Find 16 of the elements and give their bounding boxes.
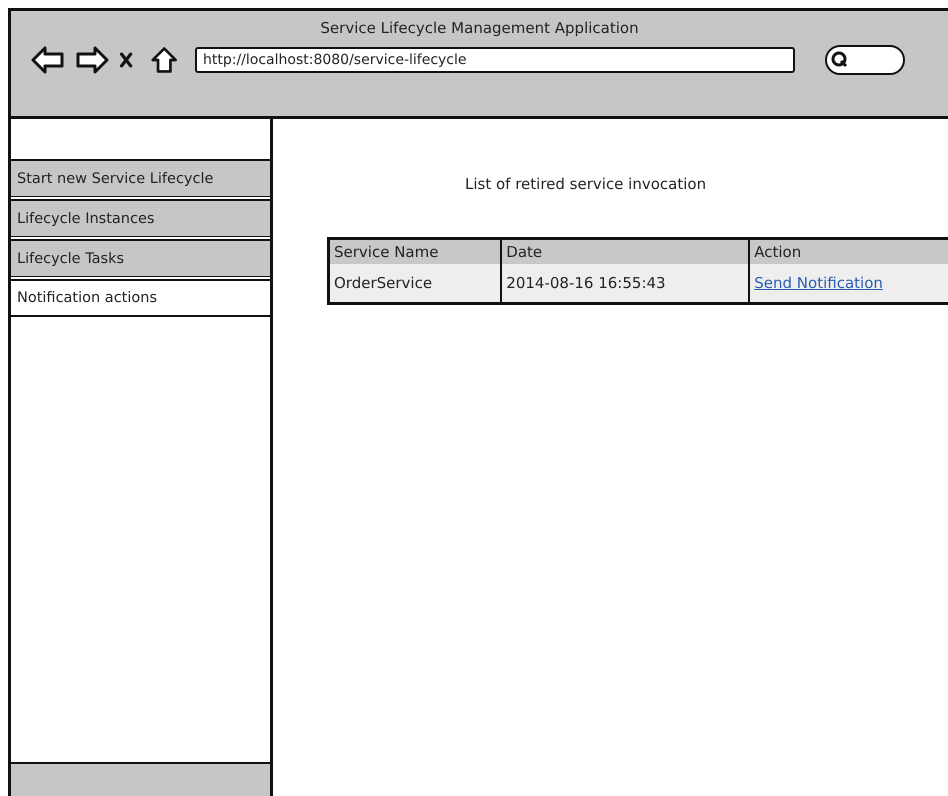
- page-heading: List of retired service invocation: [465, 175, 708, 193]
- sidebar-item[interactable]: Notification actions: [11, 279, 270, 317]
- table-cell: 2014-08-16 16:55:43: [501, 264, 750, 304]
- search-icon: [831, 51, 849, 69]
- column-header: Service Name: [328, 238, 502, 264]
- sidebar-item[interactable]: Lifecycle Instances: [11, 199, 270, 237]
- table-cell: OrderService: [328, 264, 502, 304]
- back-arrow-icon[interactable]: [31, 45, 65, 75]
- column-header: Date: [501, 238, 750, 264]
- window-title: Service Lifecycle Management Application: [320, 19, 639, 37]
- address-field[interactable]: http://localhost:8080/service-lifecycle: [195, 47, 795, 73]
- column-header: Action: [749, 238, 948, 264]
- sidebar-item[interactable]: Lifecycle Tasks: [11, 239, 270, 277]
- sidebar-item[interactable]: Start new Service Lifecycle: [11, 159, 270, 197]
- forward-arrow-icon[interactable]: [75, 45, 109, 75]
- search-field[interactable]: [825, 45, 905, 75]
